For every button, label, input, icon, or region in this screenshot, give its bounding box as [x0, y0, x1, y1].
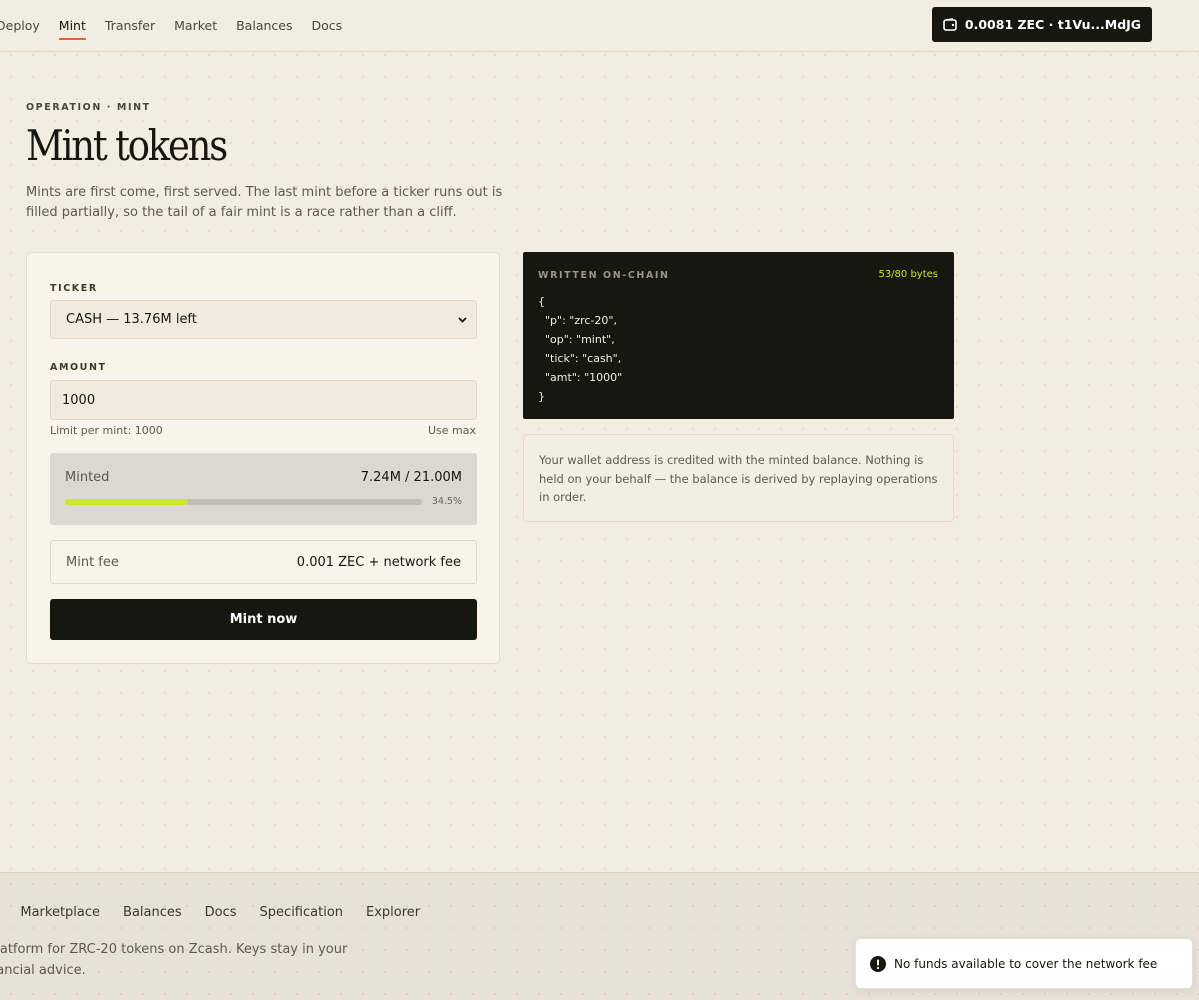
- ticker-selected-value: CASH — 13.76M left: [66, 312, 197, 327]
- code-line: "tick": "cash",: [538, 352, 622, 365]
- footer-text: platform for ZRC-20 tokens on Zcash. Key…: [0, 939, 368, 981]
- alert-icon: [870, 955, 886, 972]
- footer-link-balances[interactable]: Balances: [123, 905, 182, 920]
- footer-text-line: nancial advice.: [0, 963, 86, 978]
- nav-balances[interactable]: Balances: [236, 16, 292, 36]
- wallet-button[interactable]: 0.0081 ZEC · t1Vu...MdJG: [932, 7, 1152, 42]
- code-line: "amt": "1000": [538, 371, 623, 384]
- amount-label: AMOUNT: [50, 362, 107, 373]
- progress-fill: [65, 499, 189, 505]
- page-title: Mint tokens: [26, 121, 228, 170]
- amount-input[interactable]: [50, 380, 477, 420]
- nav-mint[interactable]: Mint: [58, 16, 86, 40]
- page-eyebrow: OPERATION · MINT: [26, 102, 151, 113]
- footer-link-specification[interactable]: Specification: [260, 905, 343, 920]
- nav-transfer[interactable]: Transfer: [105, 16, 155, 36]
- mint-now-button[interactable]: Mint now: [50, 599, 477, 640]
- nav-deploy[interactable]: Deploy: [0, 16, 40, 36]
- ticker-select[interactable]: CASH — 13.76M left: [50, 300, 477, 339]
- nav-docs[interactable]: Docs: [311, 16, 342, 36]
- limit-hint: Limit per mint: 1000: [50, 424, 163, 437]
- fee-value: 0.001 ZEC + network fee: [296, 555, 461, 570]
- footer-link-explorer[interactable]: Explorer: [366, 905, 420, 920]
- onchain-bytes: 53/80 bytes: [878, 269, 938, 280]
- mint-fee-row: Mint fee 0.001 ZEC + network fee: [50, 540, 477, 584]
- toast-message: No funds available to cover the network …: [894, 956, 1158, 971]
- minted-progress: Minted 7.24M / 21.00M 34.5%: [50, 453, 477, 525]
- code-line: {: [538, 295, 545, 308]
- page-description: Mints are first come, first served. The …: [26, 185, 503, 220]
- fee-label: Mint fee: [66, 555, 119, 570]
- footer-nav: r Marketplace Balances Docs Specificatio…: [0, 905, 443, 920]
- minted-value: 7.24M / 21.00M: [360, 470, 462, 485]
- footer-text-line: platform for ZRC-20 tokens on Zcash. Key…: [0, 942, 348, 957]
- ticker-label: TICKER: [50, 283, 98, 294]
- onchain-title: WRITTEN ON-CHAIN: [538, 270, 670, 281]
- minted-label: Minted: [65, 470, 110, 485]
- footer-link-docs[interactable]: Docs: [205, 905, 237, 920]
- mint-form-card: TICKER CASH — 13.76M left AMOUNT Limit p…: [26, 252, 500, 664]
- chevron-down-icon: [457, 314, 468, 325]
- footer-link-marketplace[interactable]: Marketplace: [20, 905, 100, 920]
- nav-market[interactable]: Market: [174, 16, 217, 36]
- code-line: "op": "mint",: [538, 333, 615, 346]
- progress-track: [65, 499, 422, 505]
- minted-percent: 34.5%: [431, 496, 462, 507]
- use-max-link[interactable]: Use max: [428, 424, 476, 437]
- error-toast: No funds available to cover the network …: [855, 938, 1193, 989]
- info-note: Your wallet address is credited with the…: [523, 434, 954, 522]
- onchain-json: { "p": "zrc-20", "op": "mint", "tick": "…: [538, 292, 622, 406]
- onchain-preview: WRITTEN ON-CHAIN 53/80 bytes { "p": "zrc…: [523, 252, 954, 419]
- top-bar: Deploy Mint Transfer Market Balances Doc…: [0, 0, 1199, 52]
- wallet-icon: [943, 18, 957, 31]
- wallet-label: 0.0081 ZEC · t1Vu...MdJG: [964, 17, 1142, 32]
- code-line: "p": "zrc-20",: [538, 314, 617, 327]
- main-nav: Deploy Mint Transfer Market Balances Doc…: [0, 0, 361, 52]
- code-line: }: [538, 390, 545, 403]
